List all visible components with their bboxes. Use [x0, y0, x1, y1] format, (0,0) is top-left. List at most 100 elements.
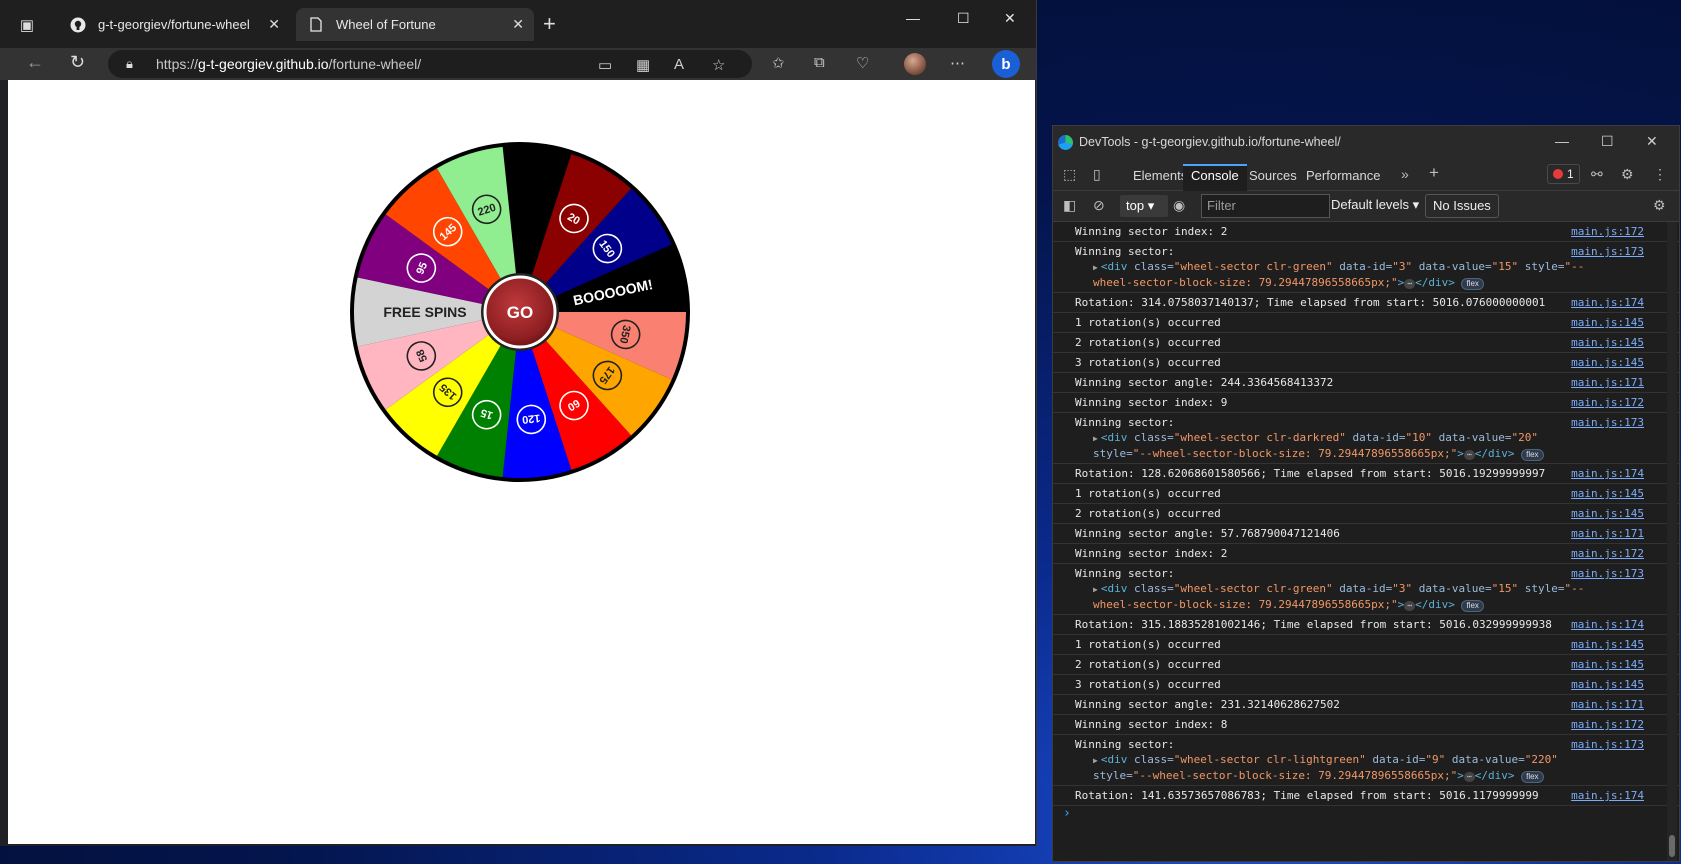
address-bar-row: ← ↻ 🔒︎ https://g-t-georgiev.github.io/fo… [0, 48, 1036, 80]
dom-node-preview[interactable]: ▶ <div class="wheel-sector clr-darkred" d… [1075, 430, 1588, 461]
console-message: Rotation: 315.18835281002146; Time elaps… [1053, 615, 1679, 635]
console-message: Winning sector index: 9 main.js:172 [1053, 393, 1679, 413]
settings-gear-icon[interactable]: ⚙ [1621, 166, 1634, 183]
flex-badge[interactable]: flex [1461, 278, 1484, 290]
source-link[interactable]: main.js:145 [1571, 506, 1644, 521]
source-link[interactable]: main.js:171 [1571, 375, 1644, 390]
minimize-icon[interactable]: — [1555, 133, 1569, 149]
console-output[interactable]: Winning sector index: 2 main.js:172 Winnin… [1053, 222, 1679, 861]
live-expression-eye-icon[interactable]: ◉ [1173, 197, 1185, 214]
console-prompt-icon[interactable]: › [1063, 806, 1071, 821]
inspect-element-icon[interactable]: ⬚ [1063, 166, 1076, 183]
refresh-icon[interactable]: ↻ [70, 52, 85, 73]
error-count-badge[interactable]: 1 [1547, 164, 1580, 184]
lock-icon[interactable]: 🔒︎ [126, 56, 133, 72]
expand-triangle-icon[interactable]: ▶ [1093, 756, 1098, 765]
maximize-icon[interactable]: ☐ [957, 10, 970, 27]
device-icon[interactable]: ▭ [598, 56, 612, 74]
source-link[interactable]: main.js:172 [1571, 546, 1644, 561]
bing-chat-icon[interactable]: b [992, 50, 1020, 78]
svg-text:120: 120 [521, 411, 541, 425]
tab-performance[interactable]: Performance [1298, 164, 1388, 190]
dom-node-preview[interactable]: ▶ <div class="wheel-sector clr-lightgreen… [1075, 752, 1588, 783]
tab-bar: ▣ g-t-georgiev/fortune-wheel ✕ Wheel of … [0, 0, 1036, 48]
apps-icon[interactable]: ▦ [636, 56, 650, 74]
source-link[interactable]: main.js:145 [1571, 315, 1644, 330]
favorites-icon[interactable]: ✩ [772, 54, 785, 72]
source-link[interactable]: main.js:174 [1571, 466, 1644, 481]
new-tab-icon[interactable]: + [543, 13, 556, 35]
flex-badge[interactable]: flex [1521, 449, 1544, 461]
add-tab-icon[interactable]: + [1429, 163, 1439, 183]
issues-button[interactable]: No Issues [1425, 194, 1499, 218]
connect-icon[interactable]: ⚯ [1591, 166, 1603, 183]
source-link[interactable]: main.js:145 [1571, 335, 1644, 350]
console-message: Winning sector index: 2 main.js:172 [1053, 222, 1679, 242]
source-link[interactable]: main.js:173 [1571, 566, 1644, 581]
more-tabs-icon[interactable]: » [1401, 166, 1409, 182]
source-link[interactable]: main.js:172 [1571, 717, 1644, 732]
close-window-icon[interactable]: ✕ [1004, 10, 1016, 27]
source-link[interactable]: main.js:171 [1571, 697, 1644, 712]
expand-triangle-icon[interactable]: ▶ [1093, 434, 1098, 443]
console-message: 1 rotation(s) occurred main.js:145 [1053, 313, 1679, 333]
scrollbar-thumb[interactable] [1669, 835, 1675, 857]
device-toolbar-icon[interactable]: ▯ [1093, 166, 1101, 183]
close-tab-icon[interactable]: ✕ [268, 16, 280, 33]
read-aloud-icon[interactable]: A [674, 56, 684, 73]
maximize-icon[interactable]: ☐ [1601, 133, 1614, 150]
back-icon[interactable]: ← [26, 52, 44, 73]
collections-icon[interactable]: ⧉ [814, 54, 825, 71]
source-link[interactable]: main.js:171 [1571, 526, 1644, 541]
console-message: Winning sector: main.js:173 ▶ <div class="w… [1053, 242, 1679, 293]
source-link[interactable]: main.js:145 [1571, 677, 1644, 692]
console-message: 1 rotation(s) occurred main.js:145 [1053, 635, 1679, 655]
url-text[interactable]: https://g-t-georgiev.github.io/fortune-w… [156, 56, 421, 72]
source-link[interactable]: main.js:173 [1571, 415, 1644, 430]
minimize-icon[interactable]: — [906, 10, 920, 26]
console-message: 2 rotation(s) occurred main.js:145 [1053, 504, 1679, 524]
context-select[interactable]: top ▾ [1120, 195, 1168, 217]
source-link[interactable]: main.js:145 [1571, 355, 1644, 370]
expand-triangle-icon[interactable]: ▶ [1093, 263, 1098, 272]
close-window-icon[interactable]: ✕ [1646, 133, 1658, 150]
source-link[interactable]: main.js:173 [1571, 737, 1644, 752]
filter-input[interactable]: Filter [1201, 194, 1330, 218]
tab-sources[interactable]: Sources [1241, 164, 1305, 190]
profile-avatar[interactable] [904, 53, 926, 75]
tab-console[interactable]: Console [1183, 164, 1247, 192]
source-link[interactable]: main.js:173 [1571, 244, 1644, 259]
tab-wheel-of-fortune[interactable]: Wheel of Fortune ✕ [296, 8, 534, 41]
page-icon [308, 17, 324, 33]
tab-github[interactable]: g-t-georgiev/fortune-wheel ✕ [58, 8, 290, 41]
go-button-label[interactable]: GO [507, 303, 533, 322]
console-message: 1 rotation(s) occurred main.js:145 [1053, 484, 1679, 504]
address-bar[interactable]: 🔒︎ https://g-t-georgiev.github.io/fortun… [108, 50, 752, 78]
flex-badge[interactable]: flex [1521, 771, 1544, 783]
health-icon[interactable]: ♡ [856, 54, 869, 72]
favorite-star-icon[interactable]: ☆ [712, 56, 725, 74]
source-link[interactable]: main.js:174 [1571, 788, 1644, 803]
log-levels-dropdown[interactable]: Default levels ▾ [1331, 197, 1419, 213]
console-settings-icon[interactable]: ⚙ [1653, 197, 1666, 214]
flex-badge[interactable]: flex [1461, 600, 1484, 612]
sidebar-toggle-icon[interactable]: ▣ [14, 12, 40, 38]
more-options-icon[interactable]: ⋯ [950, 54, 965, 72]
more-options-icon[interactable]: ⋮ [1653, 166, 1667, 183]
source-link[interactable]: main.js:172 [1571, 224, 1644, 239]
dom-node-preview[interactable]: ▶ <div class="wheel-sector clr-green" dat… [1075, 581, 1588, 612]
clear-console-icon[interactable]: ⊘ [1093, 197, 1105, 214]
source-link[interactable]: main.js:174 [1571, 617, 1644, 632]
console-message: Rotation: 314.0758037140137; Time elapse… [1053, 293, 1679, 313]
expand-triangle-icon[interactable]: ▶ [1093, 585, 1098, 594]
console-scrollbar[interactable] [1667, 222, 1677, 861]
source-link[interactable]: main.js:145 [1571, 657, 1644, 672]
source-link[interactable]: main.js:172 [1571, 395, 1644, 410]
source-link[interactable]: main.js:145 [1571, 486, 1644, 501]
source-link[interactable]: main.js:174 [1571, 295, 1644, 310]
dom-node-preview[interactable]: ▶ <div class="wheel-sector clr-green" dat… [1075, 259, 1588, 290]
sidebar-toggle-icon[interactable]: ◧ [1063, 197, 1076, 214]
console-message: 3 rotation(s) occurred main.js:145 [1053, 675, 1679, 695]
close-tab-icon[interactable]: ✕ [512, 16, 524, 33]
source-link[interactable]: main.js:145 [1571, 637, 1644, 652]
